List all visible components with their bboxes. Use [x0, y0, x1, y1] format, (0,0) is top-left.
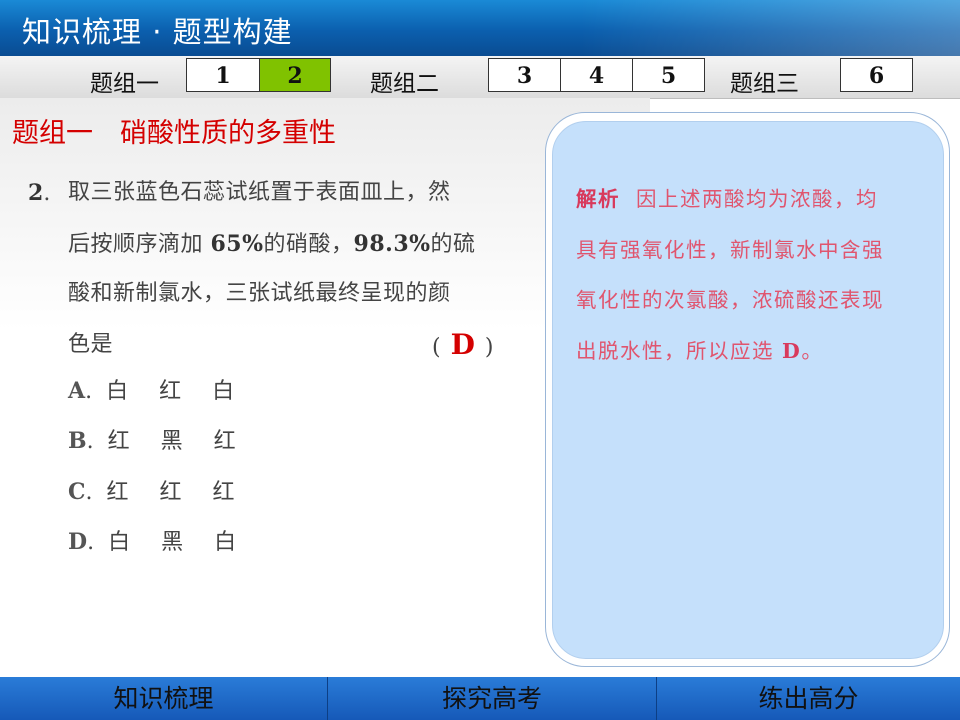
question-text-line4: 色是 [68, 331, 114, 357]
footer-nav: 知识梳理 探究高考 练出高分 [0, 677, 960, 720]
nav-item-6[interactable]: 6 [840, 58, 913, 92]
option-c[interactable]: C. 红 红 红 [68, 474, 247, 506]
question-line: 酸和新制氯水，三张试纸最终呈现的颜 [28, 269, 513, 320]
question-line: 2. 取三张蓝色石蕊试纸置于表面皿上，然 [28, 168, 513, 219]
nav-group2-label[interactable]: 题组二 [370, 64, 439, 98]
footer-tab-explore[interactable]: 探究高考 [328, 677, 656, 720]
option-d[interactable]: D. 白 黑 白 [68, 524, 248, 556]
nav-item-2[interactable]: 2 [259, 58, 331, 92]
question-line: 色是 (D) [28, 320, 513, 371]
nav-item-4[interactable]: 4 [560, 58, 633, 92]
question-text-line3: 酸和新制氯水，三张试纸最终呈现的颜 [68, 281, 451, 306]
question-line: 后按顺序滴加 65%的硝酸，98.3%的硫 [28, 219, 513, 270]
nav-item-1[interactable]: 1 [186, 58, 260, 92]
question-text-line1: 取三张蓝色石蕊试纸置于表面皿上，然 [68, 180, 451, 205]
header-bar: 知识梳理 · 题型构建 [0, 0, 960, 56]
nav-group1-label[interactable]: 题组一 [90, 64, 159, 98]
question-nav: 题组一 1 2 题组二 3 4 5 题组三 6 [0, 56, 960, 99]
analysis-line3: 氧化性的次氯酸，浓硫酸还表现 [576, 288, 884, 312]
option-a[interactable]: A. 白 红 白 [68, 373, 246, 405]
section-heading: 题组一 硝酸性质的多重性 [12, 118, 336, 149]
analysis-text: 解析 因上述两酸均为浓酸，均 具有强氧化性，新制氯水中含强 氧化性的次氯酸，浓硫酸… [576, 174, 928, 376]
answer-letter: D [450, 327, 475, 361]
nav-item-5[interactable]: 5 [632, 58, 705, 92]
question-block: 2. 取三张蓝色石蕊试纸置于表面皿上，然 后按顺序滴加 65%的硝酸，98.3%… [28, 168, 513, 370]
option-b[interactable]: B. 红 黑 红 [68, 423, 248, 455]
answer-parentheses: (D) [432, 327, 494, 361]
footer-tab-knowledge[interactable]: 知识梳理 [0, 677, 327, 720]
nav-item-3[interactable]: 3 [488, 58, 561, 92]
analysis-line4: 出脱水性，所以应选 D。 [576, 338, 824, 363]
question-text-line2: 后按顺序滴加 65%的硝酸，98.3%的硫 [68, 230, 476, 257]
nav-group3-label[interactable]: 题组三 [730, 64, 799, 98]
question-number: 2. [28, 180, 51, 206]
analysis-line1: 解析 因上述两酸均为浓酸，均 [576, 187, 878, 211]
analysis-line2: 具有强氧化性，新制氯水中含强 [576, 237, 884, 262]
analysis-label: 解析 [576, 187, 620, 211]
footer-tab-practice[interactable]: 练出高分 [657, 677, 960, 720]
header-shine [580, 0, 960, 56]
page-title: 知识梳理 · 题型构建 [22, 15, 293, 49]
